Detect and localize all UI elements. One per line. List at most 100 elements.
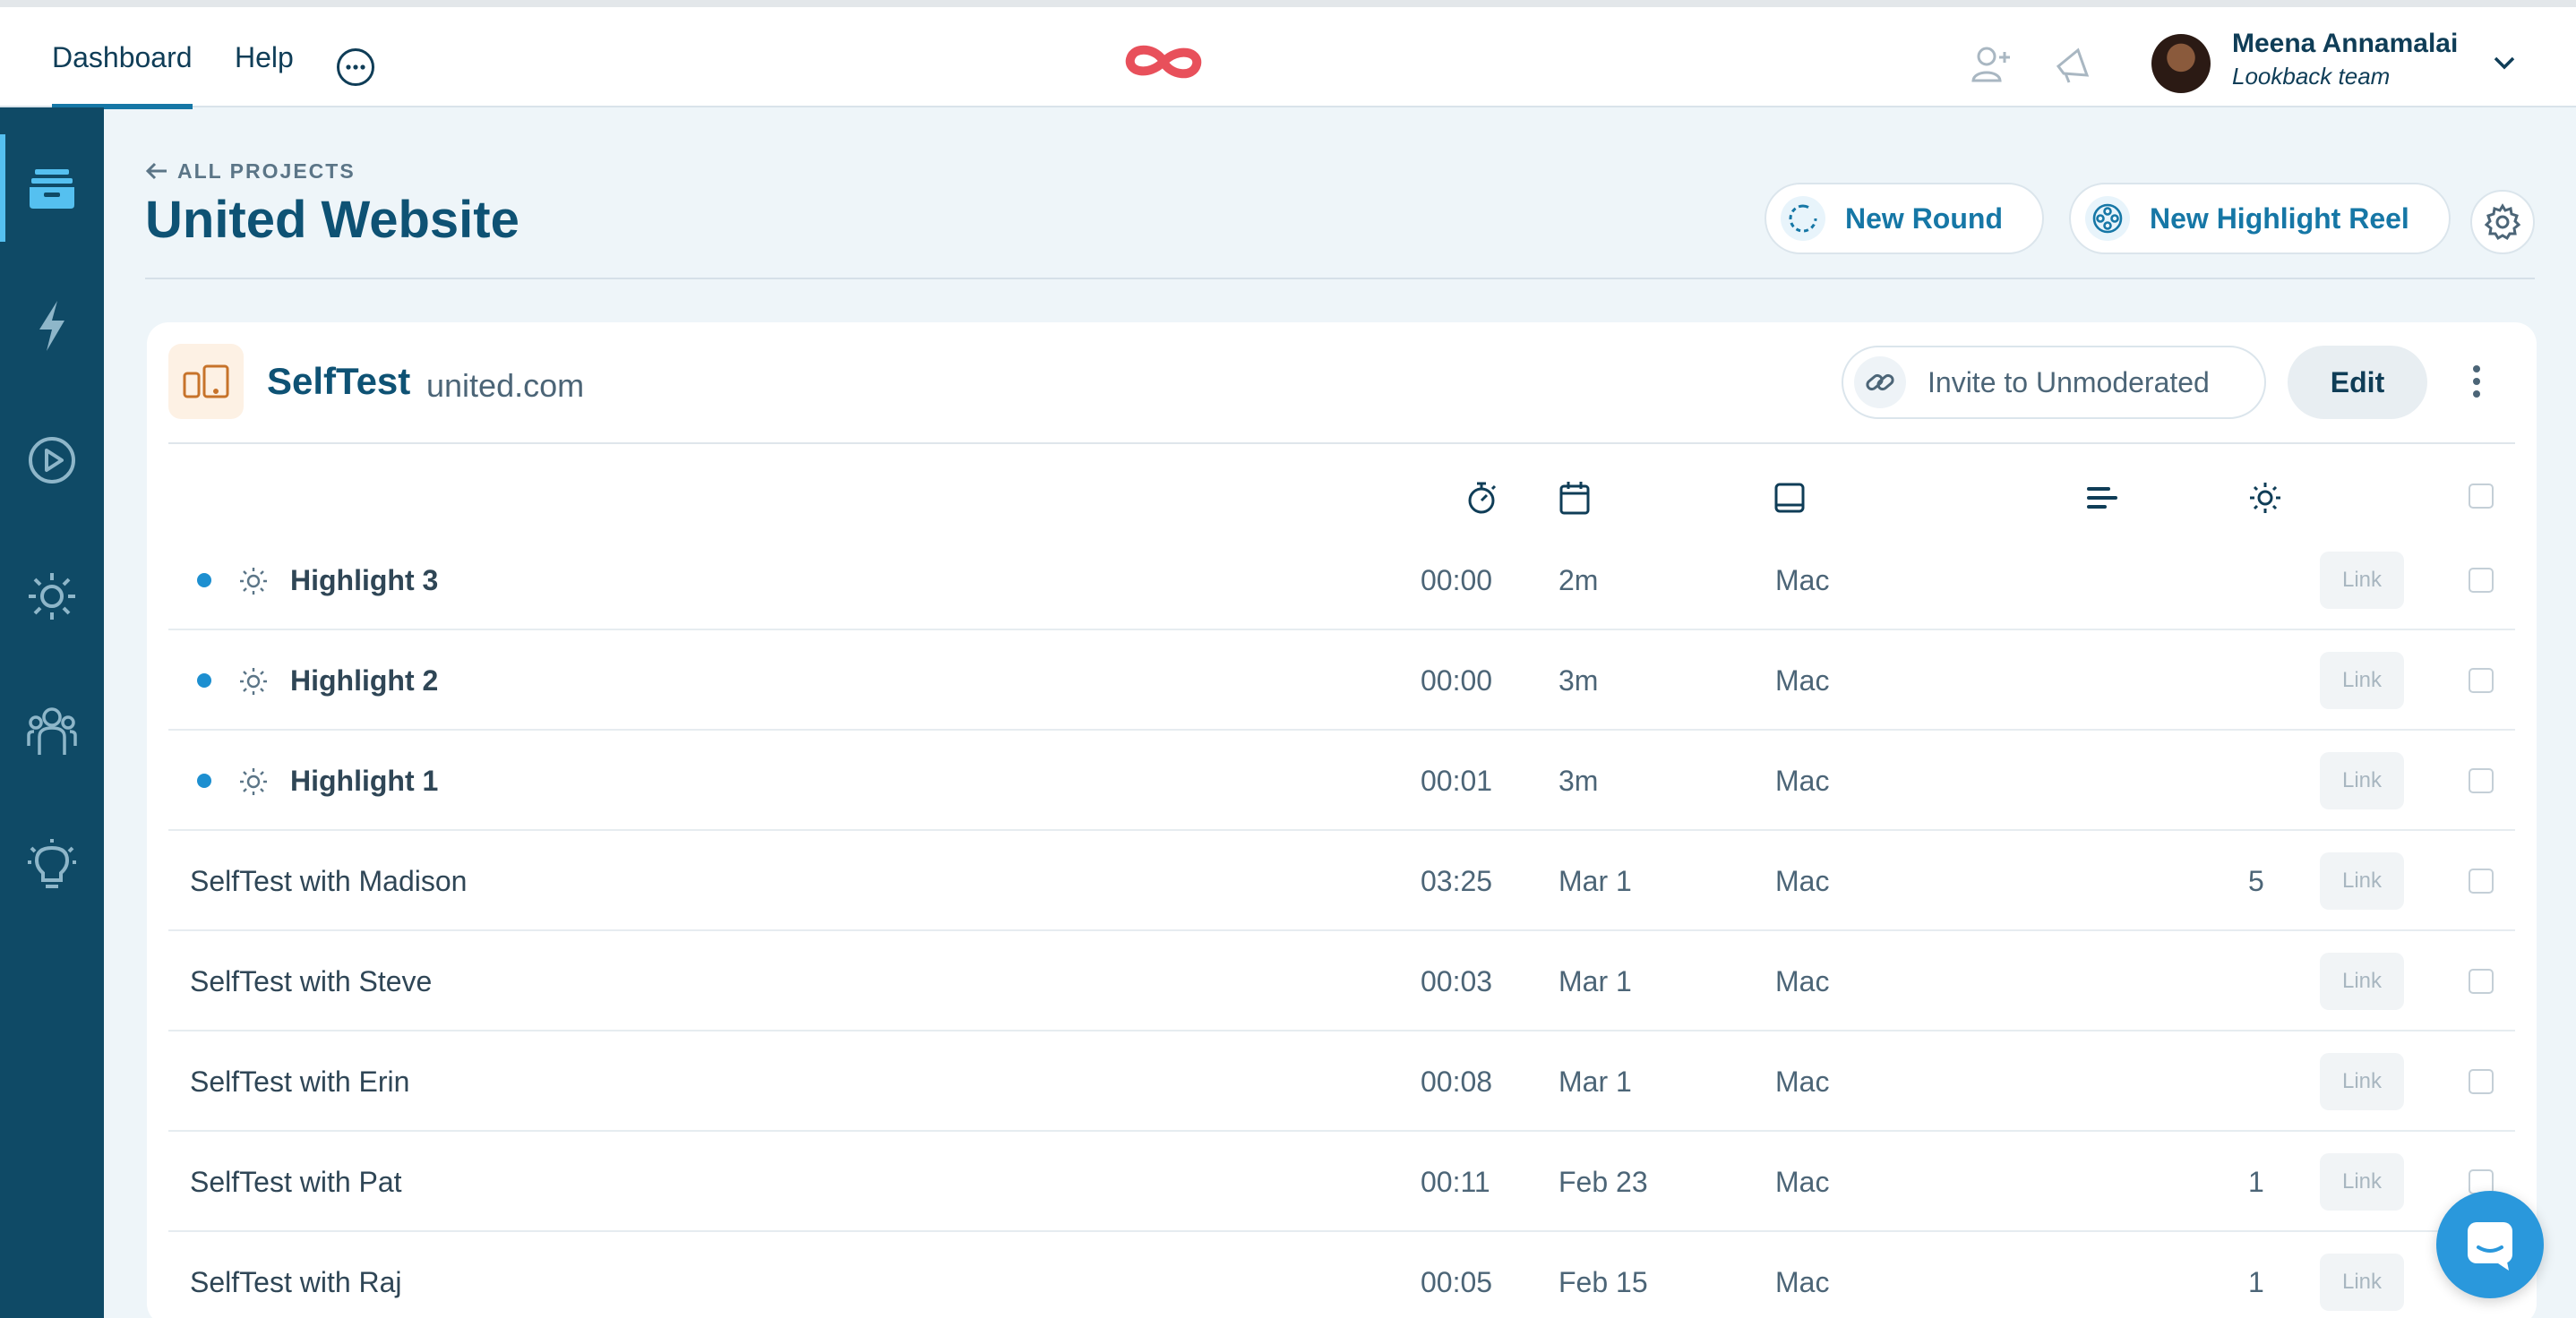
avatar[interactable]: [2151, 34, 2211, 93]
row-date: Mar 1: [1558, 965, 1632, 997]
sidebar-item-insights[interactable]: [0, 811, 104, 919]
row-name[interactable]: SelfTest with Erin: [190, 1031, 409, 1132]
row-checkbox[interactable]: [2469, 668, 2494, 693]
edit-button[interactable]: Edit: [2288, 346, 2427, 419]
row-device: Mac: [1775, 965, 1830, 997]
sidebar-item-recordings[interactable]: [0, 407, 104, 514]
row-device: Mac: [1775, 564, 1830, 596]
table-row[interactable]: SelfTest with Raj 00:05 Feb 15 Mac 1 Lin…: [168, 1232, 2515, 1318]
row-device: Mac: [1775, 765, 1830, 797]
kebab-menu-icon[interactable]: [2470, 364, 2483, 399]
row-device: Mac: [1775, 664, 1830, 697]
row-checkbox[interactable]: [2469, 969, 2494, 994]
row-checkbox[interactable]: [2469, 768, 2494, 793]
top-navigation-bar: Dashboard Help Meena Annamalai Lookback …: [0, 0, 2576, 109]
table-row[interactable]: SelfTest with Erin 00:08 Mar 1 Mac Link: [168, 1031, 2515, 1132]
user-name[interactable]: Meena Annamalai: [2232, 29, 2458, 59]
row-checkbox[interactable]: [2469, 568, 2494, 593]
project-domain: united.com: [426, 367, 585, 404]
new-highlight-reel-button[interactable]: New Highlight Reel: [2069, 183, 2451, 254]
row-name[interactable]: Highlight 1: [290, 731, 438, 831]
table-row[interactable]: Highlight 3 00:00 2m Mac Link: [168, 530, 2515, 630]
row-link-button[interactable]: Link: [2320, 1053, 2404, 1110]
highlight-sun-icon: [238, 666, 269, 697]
row-highlight-count: 1: [2248, 1266, 2264, 1298]
user-team: Lookback team: [2232, 63, 2391, 90]
duration-stopwatch-icon[interactable]: [1465, 480, 1498, 516]
row-name[interactable]: Highlight 2: [290, 630, 438, 731]
table-row[interactable]: SelfTest with Pat 00:11 Feb 23 Mac 1 Lin…: [168, 1132, 2515, 1232]
new-highlight-reel-label: New Highlight Reel: [2150, 201, 2409, 235]
row-name[interactable]: SelfTest with Raj: [190, 1232, 402, 1318]
row-link-button[interactable]: Link: [2320, 852, 2404, 910]
row-name[interactable]: SelfTest with Madison: [190, 831, 467, 931]
lightbulb-icon: [26, 837, 78, 893]
row-name[interactable]: Highlight 3: [290, 530, 438, 630]
row-duration: 00:00: [1421, 564, 1493, 596]
chat-launcher-button[interactable]: [2436, 1191, 2544, 1298]
date-calendar-icon[interactable]: [1558, 480, 1591, 516]
sidebar: [0, 107, 104, 1318]
row-highlight-count: 1: [2248, 1166, 2264, 1198]
row-date: 2m: [1558, 564, 1599, 596]
table-row[interactable]: SelfTest with Steve 00:03 Mar 1 Mac Link: [168, 931, 2515, 1031]
tab-dashboard[interactable]: Dashboard: [52, 7, 193, 109]
row-name[interactable]: SelfTest with Steve: [190, 931, 432, 1031]
row-link-button[interactable]: Link: [2320, 552, 2404, 609]
chevron-down-icon[interactable]: [2492, 54, 2517, 72]
row-date: 3m: [1558, 664, 1599, 697]
highlight-sun-icon: [238, 566, 269, 596]
people-icon: [25, 705, 79, 757]
add-user-icon[interactable]: [1971, 43, 2014, 86]
select-all-checkbox[interactable]: [2469, 484, 2494, 509]
row-device: Mac: [1775, 1266, 1830, 1298]
lightning-icon: [34, 299, 70, 353]
megaphone-icon[interactable]: [2051, 43, 2094, 86]
row-name[interactable]: SelfTest with Pat: [190, 1132, 402, 1232]
row-checkbox[interactable]: [2469, 869, 2494, 894]
tab-help[interactable]: Help: [235, 7, 294, 107]
row-duration: 00:00: [1421, 664, 1493, 697]
gear-icon: [2484, 203, 2521, 241]
ellipsis-circle-icon[interactable]: [337, 48, 374, 86]
row-duration: 00:03: [1421, 965, 1493, 997]
row-link-button[interactable]: Link: [2320, 652, 2404, 709]
sidebar-item-people[interactable]: [0, 677, 104, 784]
settings-gear-button[interactable]: [2470, 190, 2535, 254]
card-divider: [168, 442, 2515, 444]
back-to-all-projects-link[interactable]: ALL PROJECTS: [145, 158, 356, 184]
project-card: SelfTest united.com Invite to Unmoderate…: [147, 322, 2537, 1318]
row-duration: 00:01: [1421, 765, 1493, 797]
row-link-button[interactable]: Link: [2320, 953, 2404, 1010]
row-highlight-count: 5: [2248, 865, 2264, 897]
sidebar-item-highlights[interactable]: [0, 543, 104, 650]
notes-icon[interactable]: [2085, 480, 2117, 516]
row-duration: 00:08: [1421, 1066, 1493, 1098]
highlights-sun-icon[interactable]: [2248, 480, 2282, 516]
row-link-button[interactable]: Link: [2320, 752, 2404, 809]
table-row[interactable]: Highlight 2 00:00 3m Mac Link: [168, 630, 2515, 731]
sidebar-item-lightning[interactable]: [0, 272, 104, 380]
new-round-label: New Round: [1845, 201, 2003, 235]
new-round-button[interactable]: New Round: [1765, 183, 2044, 254]
invite-to-unmoderated-button[interactable]: Invite to Unmoderated: [1842, 346, 2266, 419]
sidebar-item-projects[interactable]: [0, 134, 104, 242]
infinity-logo-icon[interactable]: [1121, 41, 1206, 82]
unread-dot: [197, 774, 211, 788]
row-link-button[interactable]: Link: [2320, 1153, 2404, 1211]
unread-dot: [197, 673, 211, 688]
page-title: United Website: [145, 191, 519, 249]
invite-label: Invite to Unmoderated: [1928, 365, 2210, 398]
row-duration: 00:11: [1421, 1166, 1490, 1198]
table-row[interactable]: Highlight 1 00:01 3m Mac Link: [168, 731, 2515, 831]
sun-highlight-icon: [26, 570, 78, 622]
highlight-sun-icon: [238, 766, 269, 797]
unread-dot: [197, 573, 211, 587]
project-name[interactable]: SelfTest: [267, 360, 410, 403]
row-date: Feb 23: [1558, 1166, 1648, 1198]
table-row[interactable]: SelfTest with Madison 03:25 Mar 1 Mac 5 …: [168, 831, 2515, 931]
link-chain-icon: [1854, 356, 1906, 408]
device-icon[interactable]: [1773, 480, 1806, 516]
row-checkbox[interactable]: [2469, 1069, 2494, 1094]
row-link-button[interactable]: Link: [2320, 1254, 2404, 1311]
